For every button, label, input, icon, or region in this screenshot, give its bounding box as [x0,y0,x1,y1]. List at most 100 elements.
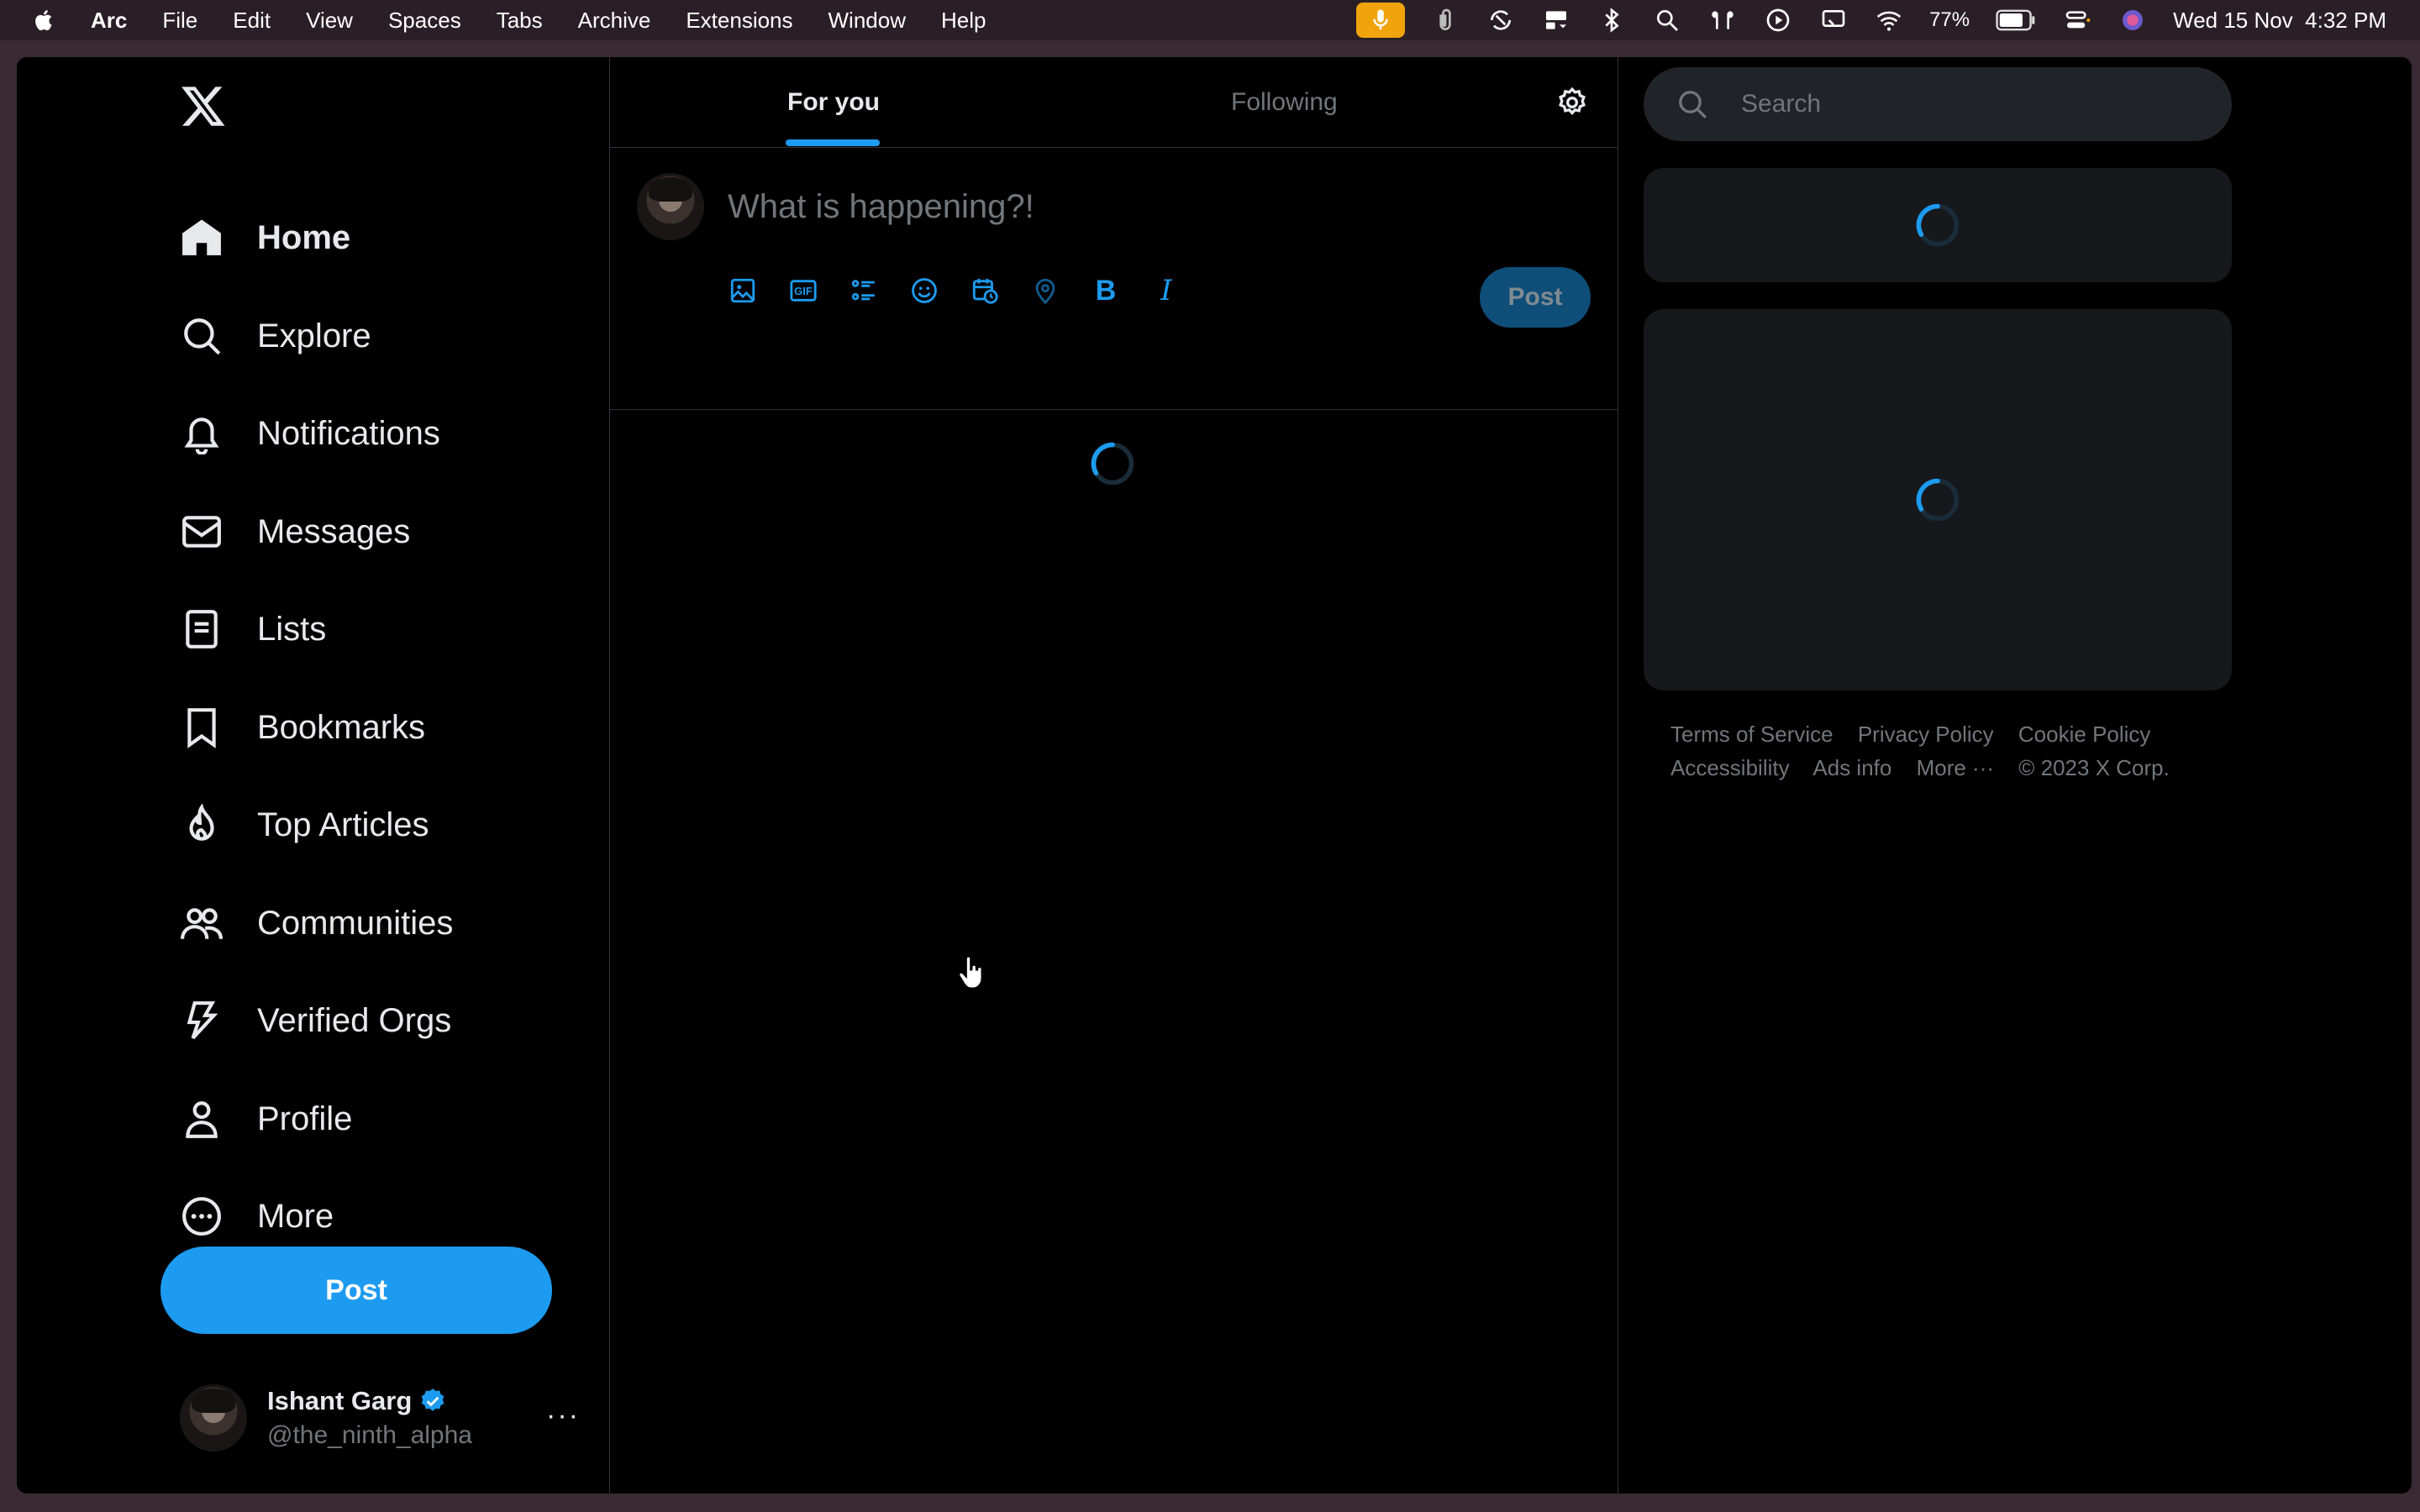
mail-icon [180,510,224,554]
nav-top-articles[interactable]: Top Articles [180,791,429,858]
bold-icon[interactable]: B [1091,274,1121,307]
poll-icon[interactable] [849,276,879,306]
bold-label: B [1095,274,1117,307]
subscribe-card [1644,168,2232,282]
post-button[interactable]: Post [160,1247,552,1334]
paperclip-icon[interactable] [1430,5,1460,35]
gif-label: GIF [794,284,813,297]
search-icon [180,314,224,358]
battery-percent: 77% [1929,8,1970,31]
nav-verified-orgs[interactable]: Verified Orgs [180,987,451,1054]
italic-label: I [1160,274,1172,307]
menu-help[interactable]: Help [941,8,986,34]
emoji-icon[interactable] [909,276,939,306]
menu-bar: Arc File Edit View Spaces Tabs Archive E… [0,0,2420,40]
footer-cookie-link[interactable]: Cookie Policy [2018,722,2151,747]
nav-messages[interactable]: Messages [180,498,410,565]
list-icon [180,607,224,651]
nav-explore[interactable]: Explore [180,302,371,370]
search-input[interactable]: Search [1644,67,2232,141]
nav-notifications[interactable]: Notifications [180,400,440,467]
nav-communities-label: Communities [257,904,454,942]
gear-icon[interactable] [1555,86,1589,119]
control-center-icon[interactable] [2062,5,2092,35]
browser-window: Home Explore Notifications Messages List… [17,57,2412,1494]
screen-mirroring-icon[interactable] [1818,5,1849,35]
schedule-icon[interactable] [970,276,1000,306]
tab-for-you[interactable]: For you [787,57,880,148]
nav-bookmarks-label: Bookmarks [257,708,426,746]
clock-datetime[interactable]: Wed 15 Nov 4:32 PM [2173,8,2386,34]
nav-explore-label: Explore [257,317,371,354]
account-handle: @the_ninth_alpha [267,1421,472,1449]
timeline-tabs: For you Following [610,57,1618,148]
nav-profile-label: Profile [257,1100,353,1137]
lightning-icon [180,999,224,1042]
x-logo-icon[interactable] [180,82,227,129]
nav-messages-label: Messages [257,512,411,550]
nav-top-articles-label: Top Articles [257,806,429,843]
trends-card [1644,309,2232,690]
compose-input[interactable]: What is happening?! [728,188,1034,226]
nav-communities[interactable]: Communities [180,890,453,957]
composer-toolbar: GIF B I [728,274,1181,307]
menu-archive[interactable]: Archive [578,8,651,34]
play-icon[interactable] [1763,5,1793,35]
footer-privacy-link[interactable]: Privacy Policy [1858,722,1994,747]
communities-icon [180,901,224,945]
account-name: Ishant Garg [267,1386,413,1415]
account-more-icon[interactable]: ··· [546,1399,580,1432]
menu-window[interactable]: Window [829,8,906,34]
loading-spinner-icon [1091,442,1134,486]
person-icon [180,1097,224,1141]
nav-lists[interactable]: Lists [180,596,326,663]
stage-manager-icon[interactable] [1541,5,1571,35]
nav-home-label: Home [257,218,351,256]
gif-icon[interactable]: GIF [788,276,818,306]
menu-file[interactable]: File [162,8,197,34]
footer-copyright: © 2023 X Corp. [2018,755,2170,780]
loading-spinner-icon [1916,478,1960,522]
bell-icon [180,412,224,455]
nav-profile[interactable]: Profile [180,1085,352,1152]
nav-home[interactable]: Home [180,204,350,271]
nav-bookmarks[interactable]: Bookmarks [180,694,425,761]
left-sidebar: Home Explore Notifications Messages List… [17,57,610,1494]
footer-terms-link[interactable]: Terms of Service [1670,722,1833,747]
footer-more-link[interactable]: More ··· [1917,755,1994,780]
battery-icon[interactable] [1995,5,2037,35]
apple-icon[interactable] [32,8,57,33]
nav-more-label: More [257,1197,334,1235]
airpods-icon[interactable] [1707,5,1738,35]
app-name-menu[interactable]: Arc [91,8,127,34]
verified-badge-icon [421,1389,445,1411]
nav-notifications-label: Notifications [257,414,440,452]
flame-icon [180,803,224,847]
image-icon[interactable] [728,276,758,306]
menu-extensions[interactable]: Extensions [686,8,792,34]
tweet-composer: What is happening?! GIF B I Post [610,148,1618,410]
account-switcher[interactable]: Ishant Garg @the_ninth_alpha ··· [180,1381,600,1455]
menu-edit[interactable]: Edit [233,8,271,34]
footer-accessibility-link[interactable]: Accessibility [1670,755,1790,780]
nav-more[interactable]: More [180,1183,334,1250]
tab-following[interactable]: Following [1231,57,1338,148]
menu-view[interactable]: View [306,8,353,34]
wifi-icon[interactable] [1874,5,1904,35]
bluetooth-icon[interactable] [1597,5,1627,35]
more-circle-icon [180,1194,224,1238]
composer-avatar[interactable] [637,173,704,240]
menu-tabs[interactable]: Tabs [497,8,543,34]
italic-icon[interactable]: I [1151,274,1181,307]
spotlight-icon[interactable] [1652,5,1682,35]
menu-spaces[interactable]: Spaces [388,8,461,34]
main-timeline: For you Following What is happening?! GI… [610,57,1618,1494]
compose-post-button[interactable]: Post [1480,267,1591,328]
siri-icon[interactable] [2118,5,2148,35]
microphone-icon[interactable] [1356,3,1406,38]
rotate-icon[interactable] [1486,5,1516,35]
search-placeholder: Search [1741,90,1822,118]
avatar [180,1384,247,1452]
footer-ads-info-link[interactable]: Ads info [1812,755,1891,780]
location-icon[interactable] [1030,276,1060,306]
